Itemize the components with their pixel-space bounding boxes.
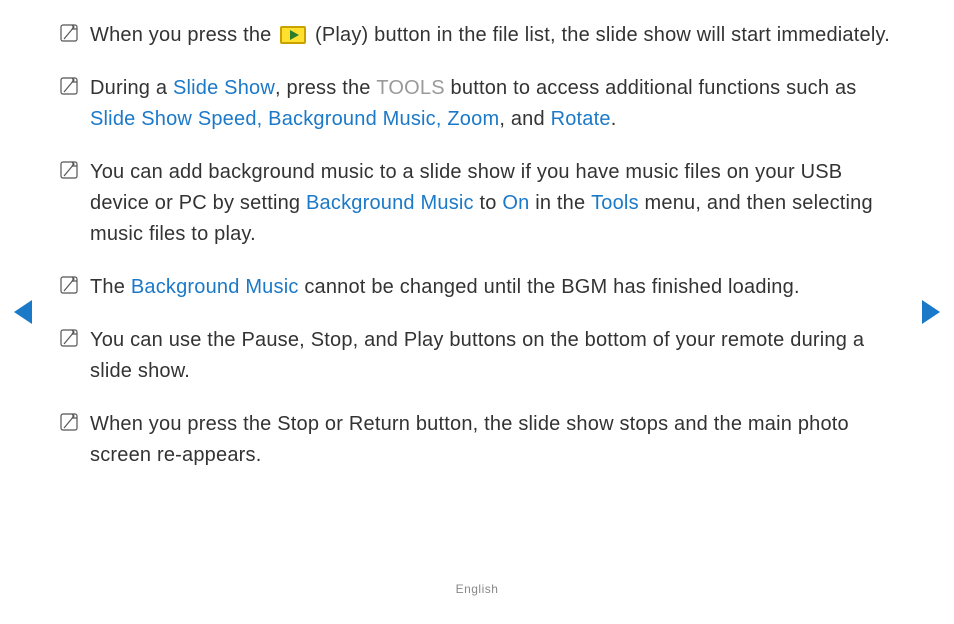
note-item: You can use the Pause, Stop, and Play bu… bbox=[60, 325, 894, 387]
note-text: The Background Music cannot be changed u… bbox=[90, 276, 800, 298]
nav-next-icon[interactable] bbox=[922, 300, 940, 324]
text-segment: The bbox=[90, 276, 131, 298]
text-segment: . bbox=[611, 108, 617, 130]
highlight-text: Background Music bbox=[306, 192, 474, 214]
highlight-text: Slide Show bbox=[173, 77, 275, 99]
note-item: When you press the Stop or Return button… bbox=[60, 409, 894, 471]
note-item: The Background Music cannot be changed u… bbox=[60, 272, 894, 303]
page: When you press the (Play) button in the … bbox=[0, 0, 954, 624]
text-segment: When you press the Stop or Return button… bbox=[90, 413, 849, 466]
highlight-text: Rotate bbox=[551, 108, 611, 130]
note-item: During a Slide Show, press the TOOLS but… bbox=[60, 73, 894, 135]
note-icon bbox=[60, 24, 78, 42]
note-icon bbox=[60, 161, 78, 179]
note-text: When you press the Stop or Return button… bbox=[90, 413, 849, 466]
highlight-text: Slide Show Speed, Background Music, Zoom bbox=[90, 108, 499, 130]
text-segment: to bbox=[474, 192, 503, 214]
text-segment: (Play) button in the file list, the slid… bbox=[309, 24, 890, 46]
note-icon bbox=[60, 329, 78, 347]
text-segment: You can use the Pause, Stop, and Play bu… bbox=[90, 329, 864, 382]
text-segment: cannot be changed until the BGM has fini… bbox=[299, 276, 800, 298]
content-area: When you press the (Play) button in the … bbox=[60, 20, 894, 471]
note-icon bbox=[60, 413, 78, 431]
note-item: You can add background music to a slide … bbox=[60, 157, 894, 250]
text-segment: in the bbox=[529, 192, 591, 214]
note-text: When you press the (Play) button in the … bbox=[90, 24, 890, 46]
note-text: During a Slide Show, press the TOOLS but… bbox=[90, 77, 856, 130]
note-text: You can add background music to a slide … bbox=[90, 161, 873, 245]
play-icon bbox=[280, 26, 306, 44]
highlight-text: On bbox=[502, 192, 529, 214]
note-icon bbox=[60, 77, 78, 95]
highlight-text: Background Music bbox=[131, 276, 299, 298]
highlight-text: Tools bbox=[591, 192, 639, 214]
note-icon bbox=[60, 276, 78, 294]
tools-label: TOOLS bbox=[376, 77, 444, 99]
nav-prev-icon[interactable] bbox=[14, 300, 32, 324]
text-segment: When you press the bbox=[90, 24, 277, 46]
text-segment: , and bbox=[499, 108, 550, 130]
text-segment: , press the bbox=[275, 77, 376, 99]
footer-language: English bbox=[0, 582, 954, 596]
note-text: You can use the Pause, Stop, and Play bu… bbox=[90, 329, 864, 382]
text-segment: button to access additional functions su… bbox=[445, 77, 857, 99]
note-item: When you press the (Play) button in the … bbox=[60, 20, 894, 51]
text-segment: During a bbox=[90, 77, 173, 99]
